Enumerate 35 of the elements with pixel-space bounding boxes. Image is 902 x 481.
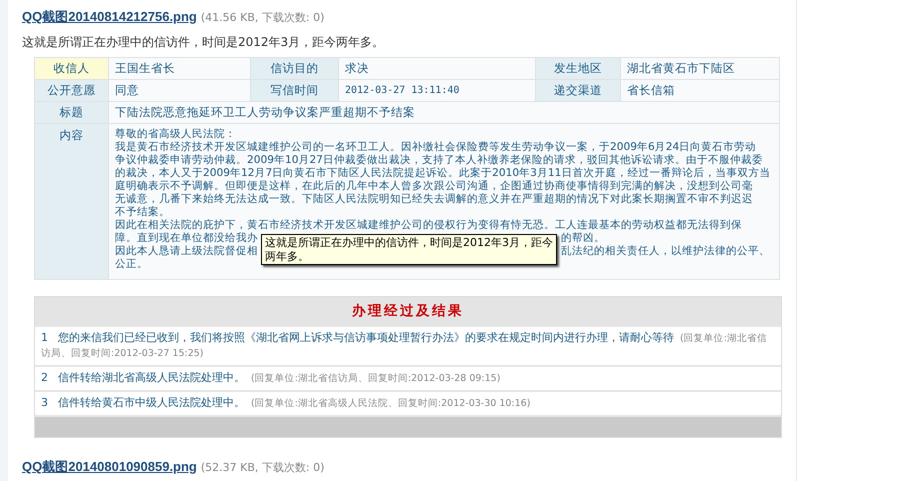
content-line: 公正。 — [115, 258, 148, 271]
field-label: 信访目的 — [251, 58, 338, 79]
file-link[interactable]: QQ截图20140814212756.png — [22, 8, 197, 26]
field-label: 递交渠道 — [536, 80, 620, 101]
file-link[interactable]: QQ截图20140801090859.png — [22, 458, 197, 476]
field-value: 同意 — [109, 80, 250, 101]
caption: 这就是所谓正在办理中的信访件，时间是2012年3月，距今两年多。 — [22, 34, 386, 51]
content-line: 乱法纪的相关责任人，以维护法律的公平、 — [561, 245, 770, 258]
content-line: 不予结案。 — [115, 206, 170, 219]
content-line: 的帮凶。 — [561, 232, 605, 245]
field-label: 写信时间 — [251, 80, 338, 101]
field-label: 收信人 — [35, 58, 108, 79]
content-line: 我是黄石市经济技术开发区城建维护公司的一名环卫工人。因补缴社会保险费等发生劳动争议一案，于2009年6月24日向黄石市劳动 — [115, 141, 756, 154]
field-label: 公开意愿 — [35, 80, 108, 101]
field-value: 王国生省长 — [109, 58, 250, 79]
content-line: 庭明确表示不予调解。但即便是这样，在此后的几年中本人曾多次跟公司沟通，企图通过协商使事情得到完满的解决，没想到公司毫 — [115, 180, 753, 193]
field-value: 下陆法院恶意拖延环卫工人劳动争议案严重超期不予结案 — [109, 102, 779, 123]
content-line: 障。直到现在单位都没给我办 — [115, 232, 258, 245]
section-title: 办理经过及结果 — [352, 302, 464, 320]
field-value: 湖北省黄石市下陆区 — [621, 58, 779, 79]
field-value: 省长信箱 — [621, 80, 779, 101]
tooltip: 这就是所谓正在办理中的信访件，时间是2012年3月，距今两年多。 — [261, 234, 557, 265]
field-label: 内容 — [35, 124, 108, 279]
content-line: 尊敬的省高级人民法院： — [115, 128, 236, 141]
field-value: 2012-03-27 13:11:40 — [339, 80, 535, 101]
field-label: 发生地区 — [536, 58, 620, 79]
content-line: 争议仲裁委申请劳动仲裁。2009年10月27日仲裁委做出裁决，支持了本人补缴养老保险的请求，驳回其他诉讼请求。由于不服仲裁委 — [115, 154, 763, 167]
content-line: 因此在相关法院的庇护下，黄石市经济技术开发区城建维护公司的侵权行为变得有恃无恐。工人连最基本的劳动权益都无法得到保 — [115, 219, 742, 232]
field-label: 标题 — [35, 102, 108, 123]
file-info: (41.56 KB, 下载次数: 0) — [200, 10, 324, 25]
content-line: 的裁决，本人又于2009年12月7日向黄石市下陆区人民法院提起诉讼。此案于2010年3月11日首次开庭，经过一番辩论后，当事双方当 — [115, 167, 770, 180]
content-line: 无诚意，几番下来始终无法达成一致。下陆区人民法院明知已经失去调解的意义并在严重超期的情况下对此案长期搁置不审不判迟迟 — [115, 193, 753, 206]
content-line: 因此本人恳请上级法院督促相 — [115, 245, 258, 258]
file-info: (52.37 KB, 下载次数: 0) — [200, 460, 324, 475]
field-value: 求决 — [339, 58, 535, 79]
